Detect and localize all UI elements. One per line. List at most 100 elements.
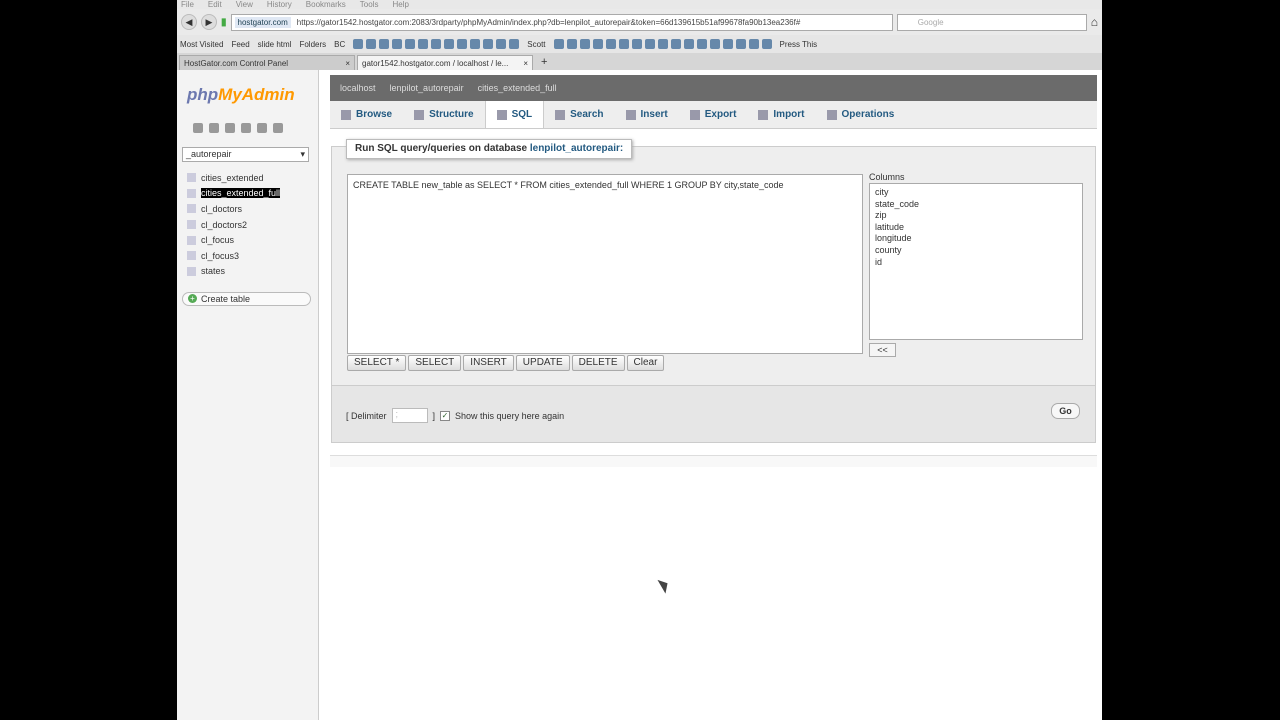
browser-tab-active[interactable]: gator1542.hostgator.com / localhost / le… bbox=[357, 55, 533, 70]
tab-label: gator1542.hostgator.com / localhost / le… bbox=[362, 59, 509, 68]
menu-help[interactable]: Help bbox=[392, 0, 408, 9]
database-select[interactable]: _autorepair ▾ bbox=[182, 147, 309, 162]
bookmark-slide[interactable]: slide html bbox=[258, 40, 292, 49]
tab-label: HostGator.com Control Panel bbox=[184, 59, 289, 68]
reload-icon[interactable] bbox=[273, 123, 283, 133]
bookmark-icons[interactable] bbox=[353, 39, 520, 49]
delimiter-row: [ Delimiter ; ] ✓ Show this query here a… bbox=[346, 408, 564, 423]
search-input[interactable]: Google bbox=[896, 13, 1087, 31]
tab-strip: HostGator.com Control Panel × gator1542.h… bbox=[177, 53, 1102, 70]
tab-import[interactable]: Import bbox=[747, 101, 815, 128]
tab-browse[interactable]: Browse bbox=[330, 101, 403, 128]
table-icon bbox=[187, 251, 196, 261]
menu-view[interactable]: View bbox=[236, 0, 253, 9]
menu-edit[interactable]: Edit bbox=[208, 0, 222, 9]
menu-tools[interactable]: Tools bbox=[360, 0, 379, 9]
new-tab-button[interactable]: + bbox=[535, 56, 553, 70]
breadcrumb-table[interactable]: cities_extended_full bbox=[478, 83, 557, 93]
column-item[interactable]: city bbox=[875, 187, 1077, 199]
table-list: cities_extended cities_extended_full cl_… bbox=[187, 170, 318, 279]
table-item[interactable]: cities_extended bbox=[187, 170, 318, 186]
tab-structure[interactable]: Structure bbox=[403, 101, 484, 128]
breadcrumb: localhost lenpilot_autorepair cities_ext… bbox=[330, 75, 1097, 101]
bookmark-feed[interactable]: Feed bbox=[231, 40, 249, 49]
table-item[interactable]: cl_focus bbox=[187, 232, 318, 248]
home-icon[interactable] bbox=[193, 123, 203, 133]
table-item[interactable]: cl_doctors bbox=[187, 201, 318, 217]
column-item[interactable]: county bbox=[875, 245, 1077, 257]
help-icon[interactable] bbox=[241, 123, 251, 133]
table-icon bbox=[187, 266, 196, 276]
menu-file[interactable]: File bbox=[181, 0, 194, 9]
bookmark-press-this[interactable]: Press This bbox=[780, 40, 818, 49]
insert-column-button[interactable]: << bbox=[869, 343, 896, 357]
tab-operations[interactable]: Operations bbox=[816, 101, 906, 128]
table-item[interactable]: states bbox=[187, 264, 318, 280]
update-button[interactable]: UPDATE bbox=[515, 355, 570, 371]
sidebar-icons bbox=[177, 105, 318, 133]
column-item[interactable]: zip bbox=[875, 210, 1077, 222]
columns-label: Columns bbox=[869, 172, 905, 182]
tab-sql[interactable]: SQL bbox=[484, 101, 545, 128]
home-icon[interactable]: ⌂ bbox=[1091, 15, 1098, 29]
table-item[interactable]: cl_focus3 bbox=[187, 248, 318, 264]
back-icon[interactable]: ◀ bbox=[181, 14, 197, 30]
site-identity[interactable]: hostgator.com bbox=[234, 16, 291, 28]
create-table-button[interactable]: Create table bbox=[182, 292, 311, 307]
select-button[interactable]: SELECT bbox=[408, 355, 462, 371]
bookmark-folders[interactable]: Folders bbox=[299, 40, 326, 49]
main-content: localhost lenpilot_autorepair cities_ext… bbox=[330, 75, 1097, 443]
columns-list[interactable]: city state_code zip latitude longitude c… bbox=[869, 183, 1083, 340]
bookmark-bc[interactable]: BC bbox=[334, 40, 345, 49]
tab-export[interactable]: Export bbox=[679, 101, 748, 128]
sidebar: phpMyAdmin _autorepair ▾ cities_extended … bbox=[177, 70, 319, 720]
column-item[interactable]: state_code bbox=[875, 199, 1077, 211]
docs-icon[interactable] bbox=[257, 123, 267, 133]
close-icon[interactable]: × bbox=[523, 59, 528, 68]
column-item[interactable]: id bbox=[875, 257, 1077, 269]
tab-insert[interactable]: Insert bbox=[615, 101, 679, 128]
delimiter-label: [ Delimiter bbox=[346, 410, 387, 421]
query-icon[interactable] bbox=[225, 123, 235, 133]
table-item-selected[interactable]: cities_extended_full bbox=[187, 186, 318, 202]
menu-bookmarks[interactable]: Bookmarks bbox=[306, 0, 346, 9]
query-options: [ Delimiter ; ] ✓ Show this query here a… bbox=[332, 385, 1095, 442]
sql-query-textarea[interactable]: CREATE TABLE new_table as SELECT * FROM … bbox=[347, 174, 863, 354]
menu-bar: File Edit View History Bookmarks Tools H… bbox=[177, 0, 1102, 9]
close-icon[interactable]: × bbox=[345, 59, 350, 68]
query-buttons: SELECT * SELECT INSERT UPDATE DELETE Cle… bbox=[347, 355, 665, 371]
browser-tab[interactable]: HostGator.com Control Panel × bbox=[179, 55, 355, 70]
database-link[interactable]: lenpilot_autorepair: bbox=[530, 143, 623, 154]
breadcrumb-server[interactable]: localhost bbox=[340, 83, 376, 93]
table-icon bbox=[187, 235, 196, 245]
url-bar[interactable]: hostgator.com https://gator1542.hostgato… bbox=[230, 13, 893, 31]
forward-icon[interactable]: ▶ bbox=[201, 14, 217, 30]
breadcrumb-database[interactable]: lenpilot_autorepair bbox=[390, 83, 464, 93]
sql-query-panel: Run SQL query/queries on database lenpil… bbox=[331, 139, 1096, 443]
bracket: ] bbox=[432, 410, 436, 421]
column-item[interactable]: longitude bbox=[875, 233, 1077, 245]
delimiter-input[interactable]: ; bbox=[391, 408, 428, 423]
show-query-label[interactable]: Show this query here again bbox=[455, 411, 564, 421]
table-icon bbox=[187, 204, 196, 214]
clear-button[interactable]: Clear bbox=[626, 355, 665, 371]
page-tabs: Browse Structure SQL Search Insert Expor… bbox=[330, 101, 1097, 129]
table-item[interactable]: cl_doctors2 bbox=[187, 217, 318, 233]
url-text: https://gator1542.hostgator.com:2083/3rd… bbox=[296, 17, 801, 27]
table-icon bbox=[187, 220, 196, 230]
bookmark-most-visited[interactable]: Most Visited bbox=[180, 40, 223, 49]
go-button[interactable]: Go bbox=[1051, 403, 1080, 419]
bookmark-scott[interactable]: Scott bbox=[527, 40, 545, 49]
logout-icon[interactable] bbox=[209, 123, 219, 133]
signal-icon: ▮ bbox=[221, 16, 227, 28]
delete-button[interactable]: DELETE bbox=[571, 355, 625, 371]
menu-history[interactable]: History bbox=[267, 0, 292, 9]
logo[interactable]: phpMyAdmin bbox=[177, 70, 318, 105]
bookmark-icons-2[interactable] bbox=[553, 39, 772, 49]
insert-button[interactable]: INSERT bbox=[463, 355, 514, 371]
tab-search[interactable]: Search bbox=[544, 101, 614, 128]
column-item[interactable]: latitude bbox=[875, 222, 1077, 234]
select-all-button[interactable]: SELECT * bbox=[347, 355, 407, 371]
bookmarks-bar: Most Visited Feed slide html Folders BC … bbox=[177, 35, 1102, 53]
show-query-checkbox[interactable]: ✓ bbox=[440, 410, 451, 421]
